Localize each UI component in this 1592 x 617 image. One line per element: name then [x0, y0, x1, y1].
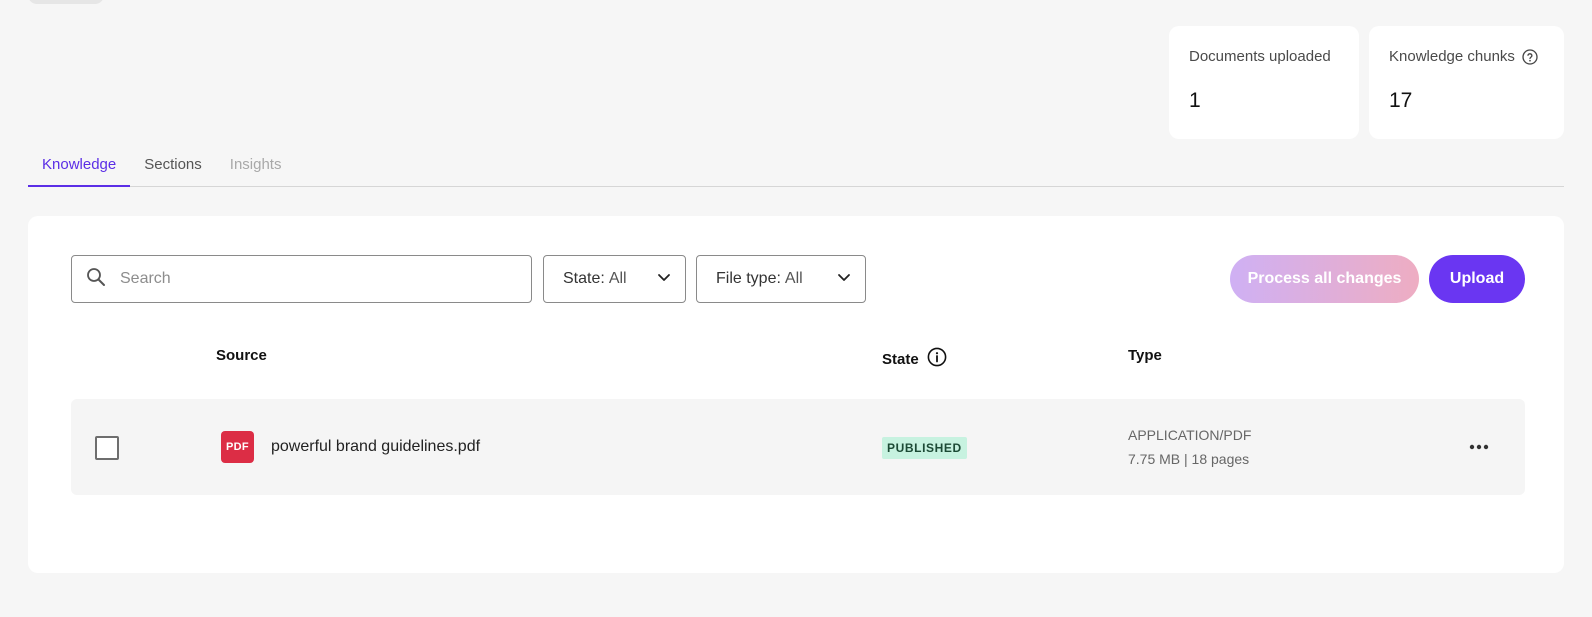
- file-type-filter-value: All: [784, 270, 803, 287]
- help-circle-icon[interactable]: [1522, 48, 1538, 65]
- documents-uploaded-value: 1: [1189, 89, 1201, 112]
- tab-insights[interactable]: Insights: [216, 146, 296, 187]
- process-all-changes-button[interactable]: Process all changes: [1230, 255, 1419, 303]
- chevron-down-icon: [837, 270, 851, 289]
- tab-bar: Knowledge Sections Insights: [28, 146, 1564, 187]
- documents-uploaded-label: Documents uploaded: [1189, 48, 1331, 65]
- knowledge-chunks-header: Knowledge chunks: [1389, 48, 1544, 65]
- column-header-type: Type: [1128, 347, 1162, 364]
- tab-knowledge[interactable]: Knowledge: [28, 146, 131, 187]
- info-icon[interactable]: [927, 347, 947, 371]
- search-input[interactable]: [120, 270, 520, 288]
- file-name[interactable]: powerful brand guidelines.pdf: [271, 438, 480, 456]
- column-header-state-label: State: [882, 350, 919, 368]
- file-type: APPLICATION/PDF: [1128, 427, 1252, 443]
- column-header-state: State: [882, 347, 947, 371]
- knowledge-page: Documents uploaded 1 Knowledge chunks 17…: [0, 0, 1592, 617]
- column-header-source: Source: [216, 347, 267, 364]
- upload-button[interactable]: Upload: [1429, 255, 1525, 303]
- tab-sections[interactable]: Sections: [130, 146, 216, 187]
- file-type-filter-dropdown[interactable]: File type: All: [696, 255, 866, 303]
- file-type-filter-key: File type:: [716, 270, 781, 287]
- state-filter-key: State:: [563, 270, 605, 287]
- pdf-file-icon: PDF: [221, 431, 254, 463]
- state-filter-dropdown[interactable]: State: All: [543, 255, 686, 303]
- knowledge-panel: State:All File type:All Process all chan…: [28, 216, 1564, 573]
- knowledge-chunks-label: Knowledge chunks: [1389, 48, 1515, 65]
- knowledge-chunks-card: Knowledge chunks 17: [1369, 26, 1564, 139]
- chevron-down-icon: [657, 270, 671, 289]
- search-icon: [86, 267, 106, 292]
- documents-uploaded-card: Documents uploaded 1: [1169, 26, 1359, 139]
- search-box[interactable]: [71, 255, 532, 303]
- more-options-icon[interactable]: [1467, 435, 1491, 459]
- status-badge: PUBLISHED: [882, 437, 967, 459]
- table-header: Source State Type: [28, 347, 1564, 368]
- row-checkbox[interactable]: [95, 436, 119, 460]
- file-size-pages: 7.75 MB | 18 pages: [1128, 451, 1250, 467]
- state-filter-value: All: [608, 270, 627, 287]
- table-row[interactable]: PDF powerful brand guidelines.pdf PUBLIS…: [71, 399, 1525, 495]
- back-button[interactable]: [28, 0, 104, 4]
- knowledge-chunks-value: 17: [1389, 89, 1413, 112]
